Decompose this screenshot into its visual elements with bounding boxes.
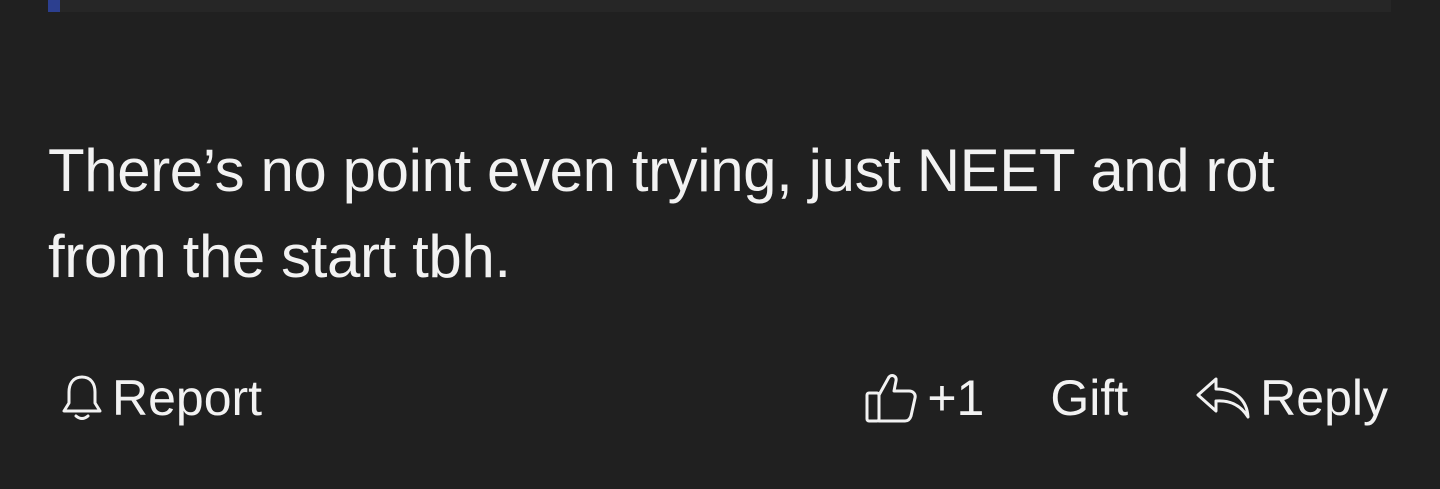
quote-accent-bar — [48, 0, 60, 12]
bell-icon — [60, 373, 104, 423]
gift-button[interactable]: Gift — [1050, 369, 1128, 427]
report-label: Report — [112, 370, 263, 426]
report-button[interactable]: Report — [60, 369, 262, 427]
comment-text: There’s no point even trying, just NEET … — [48, 137, 1275, 290]
thumbs-up-icon — [863, 371, 919, 425]
action-bar-left: Report — [48, 369, 262, 427]
reply-arrow-icon — [1194, 373, 1252, 423]
quoted-comment-bottom — [48, 0, 1391, 12]
reply-label: Reply — [1260, 370, 1388, 426]
reply-button[interactable]: Reply — [1194, 369, 1388, 427]
like-count: +1 — [927, 370, 985, 426]
action-bar-right: +1 Gift Reply — [863, 369, 1388, 427]
comment-action-bar: Report +1 Gift Reply — [48, 360, 1388, 436]
like-button[interactable]: +1 — [863, 369, 984, 427]
gift-label: Gift — [1050, 370, 1129, 426]
